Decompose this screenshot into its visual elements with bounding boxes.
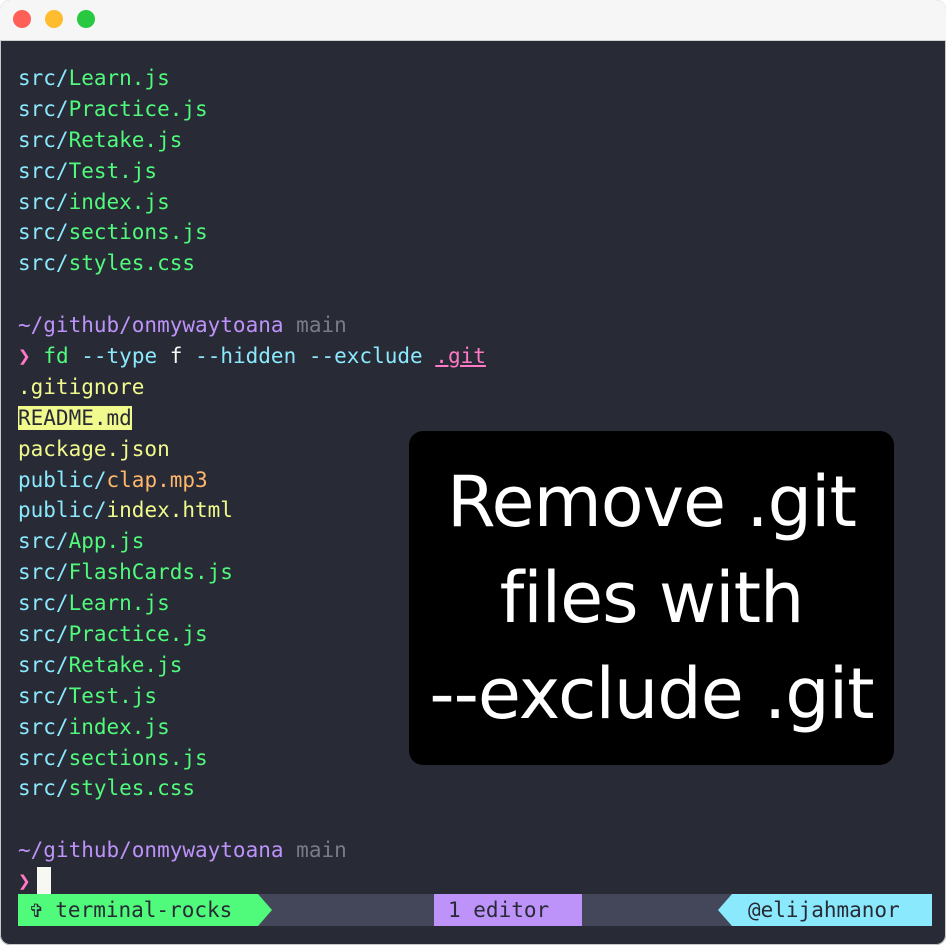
output-line: src/styles.css — [18, 251, 196, 276]
command-name: fd — [43, 344, 69, 369]
output-line: src/sections.js — [18, 220, 208, 245]
prompt-path-line: ~/github/onmywaytoana main — [18, 310, 936, 341]
output-line: src/Learn.js — [18, 66, 170, 90]
terminal-window: src/Learn.js src/Practice.js src/Retake.… — [0, 0, 946, 945]
output-line: src/index.js — [18, 189, 170, 214]
command-line: ❯ fd --type f --hidden --exclude .git — [18, 344, 486, 369]
powerline-arrow-icon — [258, 894, 272, 926]
window-tab-editor[interactable]: 1 editor — [434, 894, 582, 926]
command-pattern: .git — [435, 344, 486, 369]
caption-line: --exclude .git — [429, 653, 874, 735]
maximize-window-button[interactable] — [77, 10, 95, 28]
close-window-button[interactable] — [13, 10, 31, 28]
powerline-arrow-icon — [718, 894, 732, 926]
output-line: src/styles.css — [18, 776, 196, 801]
output-line: src/Test.js — [18, 158, 158, 183]
user-handle: @elijahmanor — [732, 894, 932, 926]
prompt-chevron-icon: ❯ — [18, 344, 31, 369]
input-line[interactable]: ❯ — [18, 866, 936, 898]
prompt-chevron-icon: ❯ — [18, 869, 31, 894]
output-line: .gitignore — [18, 374, 145, 399]
git-branch: main — [296, 838, 347, 863]
title-bar — [0, 0, 946, 41]
output-line: src/Retake.js — [18, 127, 183, 152]
prompt-path: ~/github/onmywaytoana — [18, 838, 284, 863]
prompt-path: ~/github/onmywaytoana — [18, 313, 284, 338]
caption-overlay: Remove .git files with --exclude .git — [409, 431, 894, 765]
text-cursor — [36, 867, 51, 898]
minimize-window-button[interactable] — [45, 10, 63, 28]
session-name[interactable]: ✞ terminal-rocks — [18, 894, 258, 926]
prompt-path-line: ~/github/onmywaytoana main — [18, 835, 936, 866]
tmux-status-bar: ✞ terminal-rocks 1 editor @elijahmanor — [18, 894, 932, 926]
git-branch: main — [296, 313, 347, 338]
caption-line: Remove .git — [447, 461, 857, 543]
output-line: src/Practice.js — [18, 96, 208, 121]
output-line: README.md — [18, 405, 132, 430]
caption-line: files with — [499, 557, 805, 639]
